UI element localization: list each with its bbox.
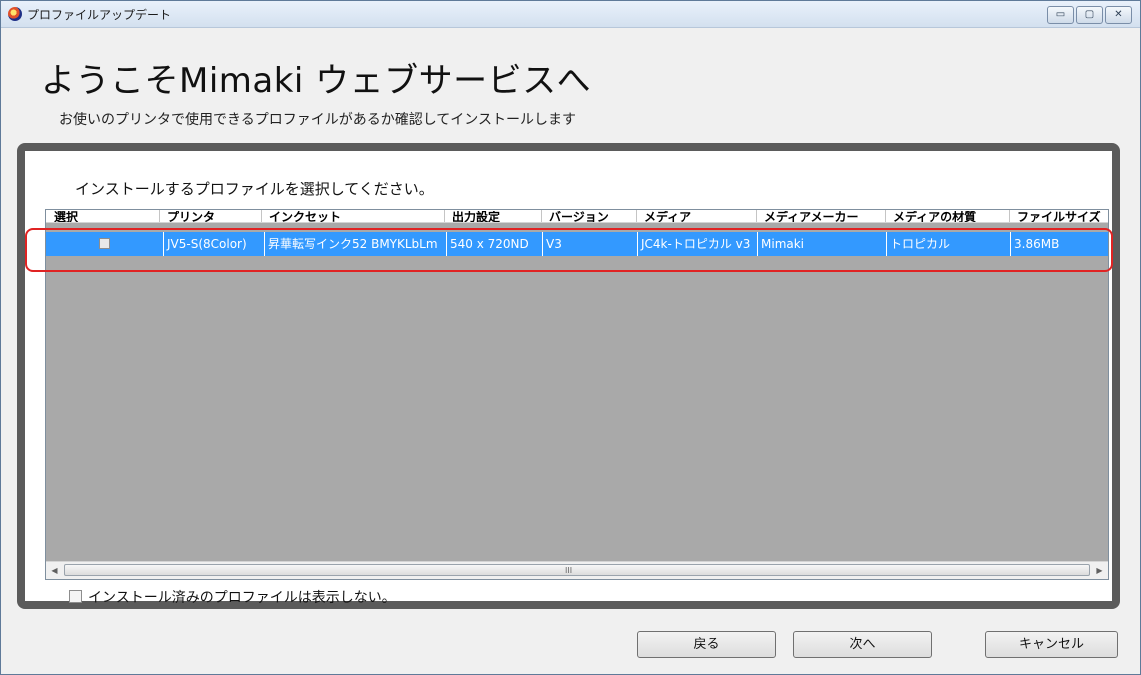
maximize-button[interactable]: ▢ xyxy=(1076,6,1103,24)
back-button[interactable]: 戻る xyxy=(637,631,776,658)
column-header-printer[interactable]: プリンタ xyxy=(167,211,257,222)
hide-installed-label: インストール済みのプロファイルは表示しない。 xyxy=(88,590,396,606)
column-header-select[interactable]: 選択 xyxy=(54,211,154,222)
column-header-media[interactable]: メディア xyxy=(644,211,754,222)
hide-installed-option[interactable]: インストール済みのプロファイルは表示しない。 xyxy=(69,587,396,607)
column-header-output-setting[interactable]: 出力設定 xyxy=(452,211,538,222)
column-header-media-maker[interactable]: メディアメーカー xyxy=(764,211,882,222)
app-icon xyxy=(8,7,22,21)
window-title: プロファイルアップデート xyxy=(27,8,172,22)
column-header-version[interactable]: バージョン xyxy=(549,211,635,222)
page-title: ようこそMimaki ウェブサービスへ xyxy=(41,61,592,101)
column-header-inkset[interactable]: インクセット xyxy=(269,211,439,222)
grid-header: 選択 プリンタ インクセット 出力設定 バージョン メディア メディアメーカー … xyxy=(46,210,1108,223)
horizontal-scrollbar[interactable]: ◀ III ▶ xyxy=(46,561,1108,579)
scroll-left-icon[interactable]: ◀ xyxy=(46,562,63,579)
profile-panel: インストールするプロファイルを選択してください。 選択 プリンタ インクセット … xyxy=(25,151,1112,606)
hide-installed-checkbox[interactable] xyxy=(69,590,82,603)
profile-update-window: プロファイルアップデート ▭ ▢ ✕ ようこそMimaki ウェブサービスへ お… xyxy=(0,0,1141,675)
close-button[interactable]: ✕ xyxy=(1105,6,1132,24)
next-button[interactable]: 次へ xyxy=(793,631,932,658)
minimize-button[interactable]: ▭ xyxy=(1047,6,1074,24)
title-bar[interactable]: プロファイルアップデート ▭ ▢ ✕ xyxy=(1,1,1140,28)
column-header-media-material[interactable]: メディアの材質 xyxy=(893,211,1007,222)
cancel-button[interactable]: キャンセル xyxy=(985,631,1118,658)
window-controls: ▭ ▢ ✕ xyxy=(1047,6,1132,24)
scroll-grip: III xyxy=(565,566,573,575)
scroll-thumb[interactable]: III xyxy=(64,564,1090,576)
scroll-right-icon[interactable]: ▶ xyxy=(1091,562,1108,579)
page-subtitle: お使いのプリンタで使用できるプロファイルがあるか確認してインストールします xyxy=(59,112,577,128)
row-highlight-annotation xyxy=(25,228,1113,272)
content-frame: インストールするプロファイルを選択してください。 選択 プリンタ インクセット … xyxy=(17,143,1120,609)
column-header-file-size[interactable]: ファイルサイズ xyxy=(1017,211,1107,222)
instruction-text: インストールするプロファイルを選択してください。 xyxy=(75,180,434,198)
